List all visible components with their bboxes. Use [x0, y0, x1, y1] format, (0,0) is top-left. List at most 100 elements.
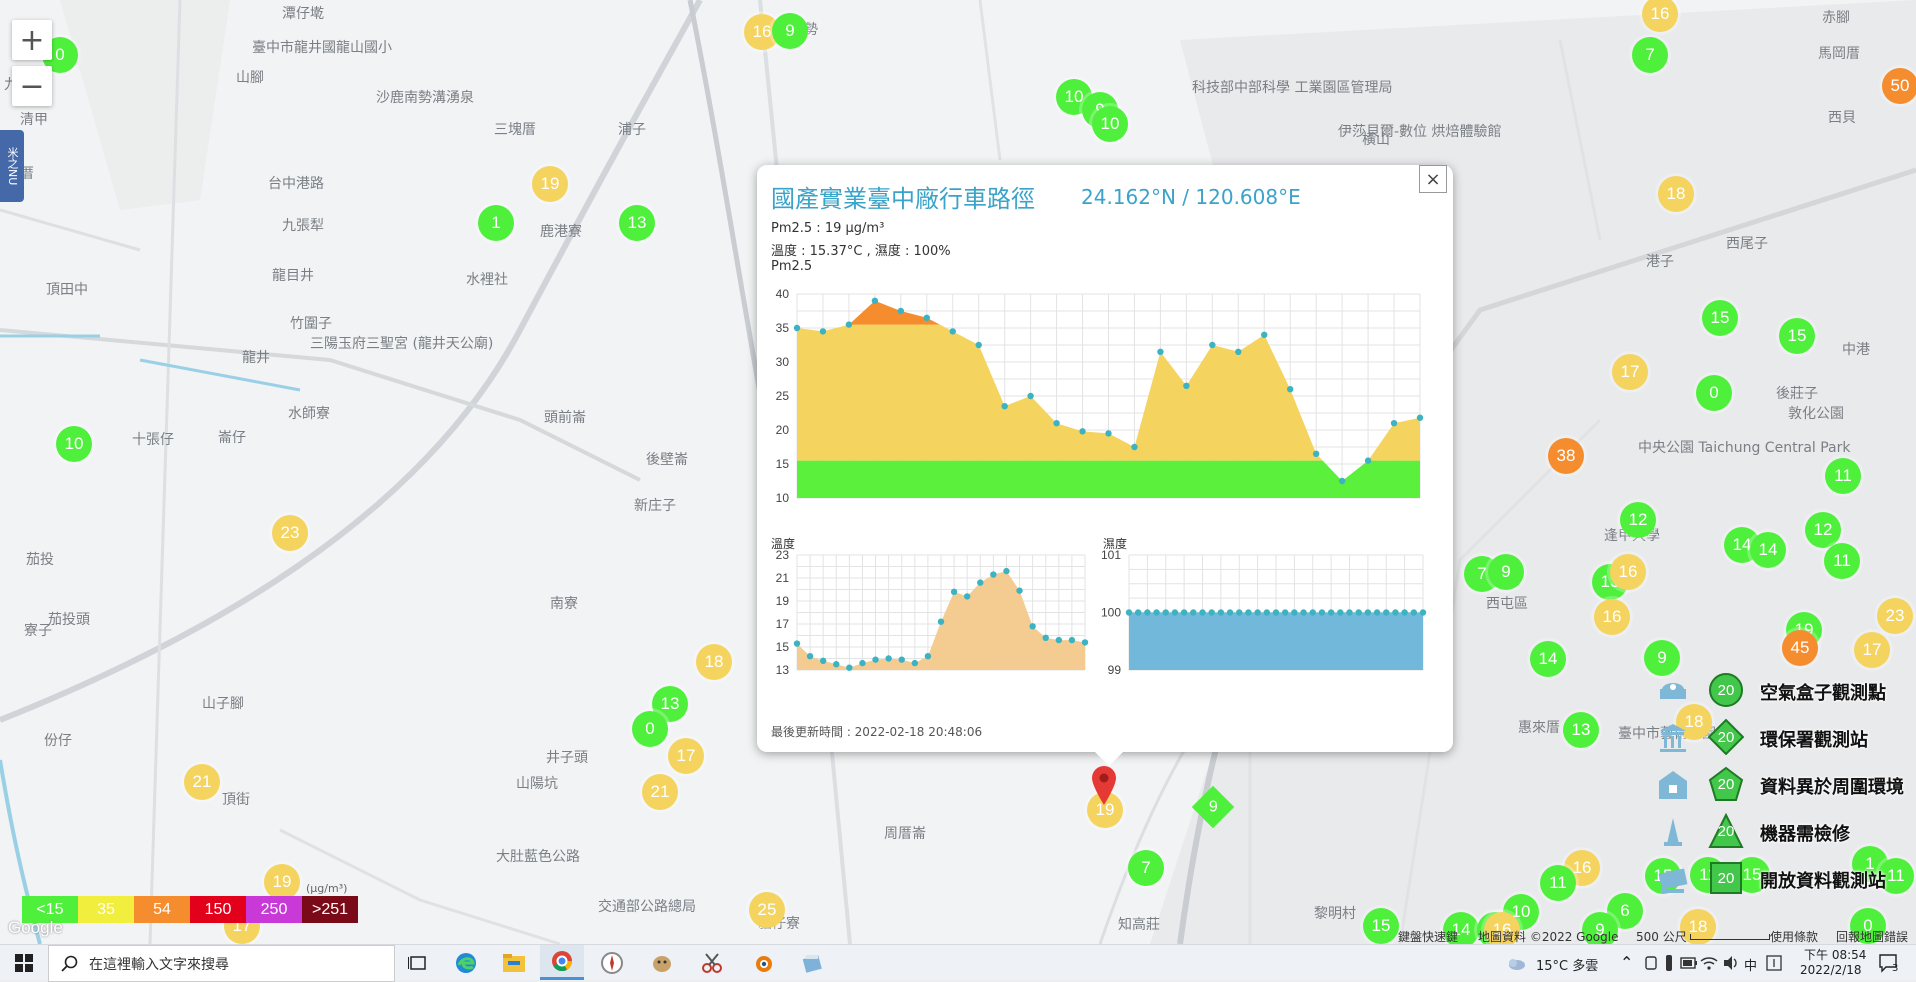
- pm25-chart-title: Pm2.5: [771, 259, 813, 274]
- air-quality-marker[interactable]: 12: [1620, 502, 1656, 538]
- air-quality-marker[interactable]: 23: [272, 515, 308, 551]
- chart-point: [1272, 609, 1280, 616]
- air-quality-marker[interactable]: 45: [1782, 630, 1818, 666]
- air-quality-marker[interactable]: 14: [1750, 532, 1786, 568]
- map-place-label: 寮子: [24, 623, 52, 639]
- air-quality-marker[interactable]: 23: [1877, 598, 1913, 634]
- air-quality-marker[interactable]: 15: [1363, 908, 1399, 944]
- chart-point: [1245, 609, 1252, 616]
- volume-icon[interactable]: [1722, 955, 1740, 971]
- snipping-tool-icon[interactable]: [690, 945, 734, 980]
- keyboard-shortcuts-link[interactable]: 鍵盤快速鍵: [1398, 928, 1458, 945]
- air-quality-marker[interactable]: 12: [1805, 512, 1841, 548]
- air-quality-marker[interactable]: 16: [1594, 599, 1630, 635]
- file-explorer-icon[interactable]: [492, 945, 536, 980]
- air-quality-marker[interactable]: 17: [1854, 632, 1890, 668]
- ime-indicator[interactable]: 中: [1744, 955, 1757, 974]
- network-device-icon[interactable]: [1644, 955, 1658, 971]
- task-view-icon[interactable]: [396, 945, 440, 980]
- air-quality-marker[interactable]: 9: [772, 13, 808, 49]
- start-button[interactable]: [0, 945, 48, 980]
- air-quality-marker[interactable]: 14: [1530, 641, 1566, 677]
- chart-point: [1105, 430, 1112, 437]
- air-quality-marker[interactable]: 21: [184, 764, 220, 800]
- air-quality-marker[interactable]: 10: [1092, 106, 1128, 142]
- weather-text[interactable]: 15°C 多雲: [1536, 955, 1598, 974]
- air-quality-marker[interactable]: 18: [1658, 176, 1694, 212]
- station-legend-item: 20 空氣盒子觀測點: [1656, 673, 1916, 707]
- map-place-label: 科技部中部科學 工業園區管理局: [1192, 80, 1393, 96]
- side-panel-tab[interactable]: 米之NU: [0, 130, 24, 202]
- app-compass-icon[interactable]: [590, 945, 634, 980]
- keyboard-layout-icon[interactable]: [1766, 955, 1782, 971]
- air-quality-marker[interactable]: 7: [1632, 37, 1668, 73]
- zoom-in-button[interactable]: +: [12, 20, 52, 60]
- air-quality-marker[interactable]: 13: [1563, 712, 1599, 748]
- chevron-up-icon[interactable]: ⌃: [1620, 953, 1633, 972]
- usb-icon[interactable]: [1662, 955, 1676, 971]
- terms-link[interactable]: 使用條款: [1770, 928, 1818, 945]
- map-scale-label[interactable]: 500 公尺: [1636, 928, 1687, 945]
- air-quality-marker[interactable]: 25: [749, 892, 785, 928]
- air-quality-marker[interactable]: 18: [696, 644, 732, 680]
- air-quality-marker[interactable]: 15: [1702, 300, 1738, 336]
- air-quality-marker[interactable]: 9: [1488, 554, 1524, 590]
- clock-date[interactable]: 2022/2/18: [1800, 963, 1862, 977]
- air-quality-marker[interactable]: 21: [642, 774, 678, 810]
- map-place-label: 茄投: [26, 552, 54, 568]
- air-quality-marker[interactable]: 50: [1882, 68, 1916, 104]
- chart-point: [1157, 348, 1164, 355]
- chart-y-tick: 13: [776, 663, 790, 677]
- air-quality-marker[interactable]: 16: [1610, 554, 1646, 590]
- map-place-label: 大肚藍色公路: [496, 849, 580, 865]
- air-quality-marker[interactable]: 9: [1644, 640, 1680, 676]
- air-quality-marker[interactable]: 10: [56, 426, 92, 462]
- selected-location-pin[interactable]: [1090, 764, 1118, 806]
- station-shape-icon: 20: [1708, 766, 1744, 801]
- map-place-label: 三陽玉府三聖宮 (龍井天公廟): [310, 336, 494, 352]
- app-tools-icon[interactable]: [790, 945, 834, 980]
- air-quality-marker[interactable]: 17: [668, 738, 704, 774]
- chart-y-tick: 23: [776, 550, 790, 562]
- air-quality-marker[interactable]: 11: [1824, 543, 1860, 579]
- edge-browser-icon[interactable]: [444, 945, 488, 980]
- air-quality-marker[interactable]: 13: [619, 205, 655, 241]
- air-quality-marker[interactable]: 11: [1540, 865, 1576, 901]
- air-quality-marker[interactable]: 19: [264, 864, 300, 900]
- air-quality-marker[interactable]: 15: [1779, 318, 1815, 354]
- map-place-label: 馬岡厝: [1818, 46, 1860, 62]
- air-quality-marker[interactable]: 0: [1696, 375, 1732, 411]
- search-icon: [61, 955, 78, 972]
- chart-point: [1254, 609, 1261, 616]
- clock-time[interactable]: 下午 08:54: [1804, 946, 1866, 963]
- air-quality-marker[interactable]: 17: [1612, 354, 1648, 390]
- chart-point: [897, 307, 905, 315]
- blender-icon[interactable]: [740, 945, 784, 980]
- station-shape-icon: 20: [1708, 719, 1744, 755]
- chart-point: [1226, 609, 1234, 616]
- close-icon[interactable]: ×: [1419, 165, 1447, 193]
- air-quality-marker[interactable]: 38: [1548, 438, 1584, 474]
- air-quality-marker[interactable]: 19: [532, 166, 568, 202]
- chart-point: [1236, 609, 1243, 616]
- app-animal-icon[interactable]: [640, 945, 684, 980]
- chart-point: [1235, 348, 1242, 355]
- chart-point: [911, 659, 919, 667]
- chrome-icon[interactable]: [540, 945, 584, 980]
- taskbar-search-box[interactable]: 在這裡輸入文字來搜尋: [48, 945, 395, 982]
- chart-point: [833, 661, 840, 668]
- air-quality-marker[interactable]: 0: [632, 711, 668, 747]
- battery-icon[interactable]: [1680, 956, 1698, 970]
- pm-legend-item: 35: [78, 896, 134, 923]
- air-quality-marker[interactable]: 1: [478, 205, 514, 241]
- chart-point: [949, 328, 956, 335]
- report-error-link[interactable]: 回報地圖錯誤: [1836, 928, 1908, 945]
- air-quality-marker[interactable]: 11: [1825, 458, 1861, 494]
- notification-center-button[interactable]: 3: [1868, 945, 1908, 980]
- map-place-label: 鹿港寮: [540, 224, 582, 240]
- chart-point: [1055, 636, 1063, 644]
- chart-point: [1263, 609, 1271, 616]
- zoom-out-button[interactable]: −: [12, 66, 52, 106]
- wifi-icon[interactable]: [1700, 955, 1718, 971]
- air-quality-marker[interactable]: 7: [1128, 850, 1164, 886]
